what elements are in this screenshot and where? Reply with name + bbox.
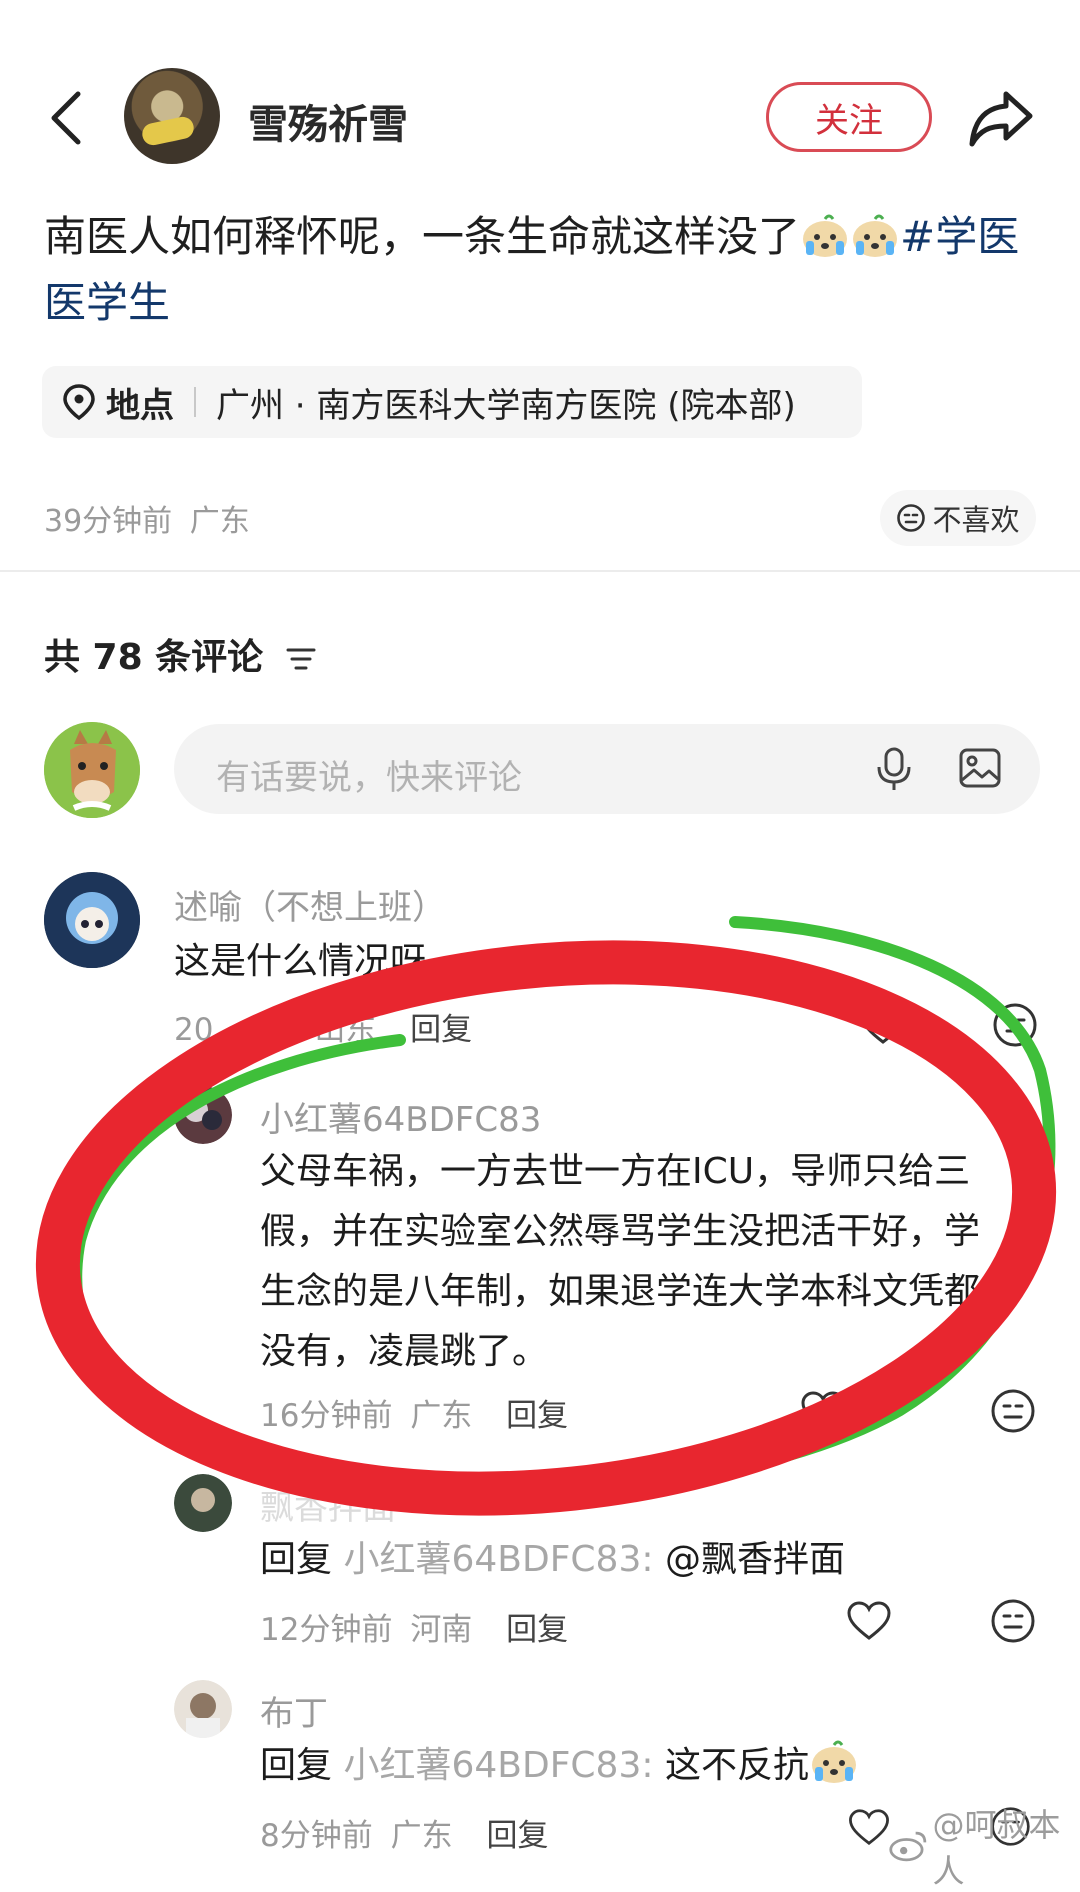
heart-icon[interactable] [800, 1390, 846, 1432]
reply-button[interactable]: 回复 [486, 1818, 548, 1854]
weibo-logo-icon [889, 1831, 927, 1862]
photo-avatar-icon [174, 1086, 232, 1144]
comment-time: 8分钟前 [260, 1818, 373, 1854]
horse-avatar-icon [44, 722, 140, 818]
neutral-face-icon [897, 504, 926, 532]
comment-region: 广东 [410, 1398, 473, 1434]
commenter-avatar[interactable] [174, 1086, 232, 1144]
neutral-face-icon[interactable] [992, 1002, 1038, 1048]
dislike-label: 不喜欢 [932, 503, 1020, 537]
post-region: 广东 [189, 504, 250, 539]
anime-avatar-icon [44, 872, 140, 968]
neutral-face-icon[interactable] [990, 1388, 1036, 1434]
mic-icon[interactable] [874, 746, 914, 792]
location-chip[interactable]: 地点 广州 · 南方医科大学南方医院 (院本部) [42, 366, 862, 438]
reply-button[interactable]: 回复 [506, 1612, 568, 1648]
reply-prefix: 回复 [260, 1539, 333, 1580]
share-icon[interactable] [968, 86, 1034, 148]
mention[interactable]: @飘香拌面 [665, 1539, 845, 1580]
comment-region: 河南 [410, 1612, 473, 1648]
commenter-avatar[interactable] [174, 1474, 232, 1532]
comment-meta: 16分钟前 广东 回复 [260, 1390, 568, 1435]
heart-icon[interactable] [846, 1600, 892, 1642]
hashtag-link[interactable]: #学医 [900, 212, 1019, 261]
image-icon[interactable] [958, 746, 1002, 790]
follow-button[interactable]: 关注 [766, 82, 932, 152]
comment-time-suffix: 前 [265, 1012, 297, 1048]
reply-to-user[interactable]: 小红薯64BDFC83: [343, 1539, 653, 1580]
like-count: 1 [858, 1392, 878, 1428]
commenter-name[interactable]: 小红薯64BDFC83 [260, 1092, 541, 1141]
comment-text: 这是什么情况呀 [174, 941, 427, 982]
location-label: 地点 [106, 385, 174, 426]
photo-avatar-icon [174, 1680, 232, 1738]
reply-button[interactable]: 回复 [506, 1398, 568, 1434]
commenter-avatar[interactable] [44, 872, 140, 968]
comment-input-placeholder: 有话要说，快来评论 [216, 758, 522, 798]
comment-region: 广东 [390, 1818, 453, 1854]
heart-icon[interactable] [846, 1808, 892, 1847]
comments-count: 共 78 条评论 [44, 628, 316, 680]
comments-count-label: 共 78 条评论 [44, 637, 264, 678]
post-content: 南医人如何释怀呢，一条生命就这样没了 #学医 医学生 [44, 204, 1044, 336]
heart-icon[interactable] [860, 1004, 906, 1046]
comment-input[interactable]: 有话要说，快来评论 [174, 724, 1040, 814]
comment-text: 回复 小红薯64BDFC83: @飘香拌面 [260, 1530, 845, 1590]
commenter-name[interactable]: 布丁 [260, 1686, 328, 1735]
comment-meta: 20 前 山东 回复 [174, 1004, 472, 1049]
comment-time: 20 [174, 1012, 214, 1048]
watermark: @呵叔本人 [888, 1800, 1080, 1892]
comment-meta: 12分钟前 河南 回复 [260, 1604, 568, 1649]
comment-body: 这不反抗 [664, 1745, 809, 1786]
post-text: 南医人如何释怀呢，一条生命就这样没了 [44, 212, 801, 261]
author-name[interactable]: 雪殇祈雪 [248, 92, 408, 150]
commenter-name[interactable]: 飘香拌面 [260, 1480, 396, 1529]
reply-to-user[interactable]: 小红薯64BDFC83: [343, 1745, 653, 1786]
commenter-name[interactable]: 述喻（不想上班） [174, 880, 446, 929]
author-avatar[interactable] [124, 68, 220, 164]
reply-prefix: 回复 [260, 1745, 333, 1786]
crying-emoji-icon [803, 214, 848, 257]
neutral-face-icon[interactable] [990, 1598, 1036, 1644]
post-time: 39分钟前 [44, 504, 173, 539]
comment-text: 回复 小红薯64BDFC83: 这不反抗 [260, 1736, 859, 1796]
crying-emoji-icon [853, 214, 898, 257]
commenter-avatar[interactable] [174, 1680, 232, 1738]
dislike-button[interactable]: 不喜欢 [880, 490, 1036, 546]
crying-emoji-icon [811, 1740, 856, 1783]
comment-region: 山东 [314, 1012, 377, 1048]
location-pin-icon [63, 384, 95, 421]
watermark-text: @呵叔本人 [932, 1806, 1061, 1890]
comment-time: 12分钟前 [260, 1612, 393, 1648]
back-icon[interactable] [44, 88, 88, 148]
section-divider [0, 570, 1080, 572]
comment-meta: 8分钟前 广东 回复 [260, 1810, 548, 1855]
post-meta: 39分钟前 广东 [44, 496, 250, 540]
hashtag-link[interactable]: 医学生 [44, 278, 170, 327]
reply-button[interactable]: 回复 [410, 1012, 472, 1048]
filter-icon[interactable] [286, 645, 316, 673]
comment-text: 父母车祸，一方去世一方在ICU，导师只给三假，并在实验室公然辱骂学生没把活干好，… [260, 1151, 981, 1372]
divider [194, 387, 196, 417]
my-avatar[interactable] [44, 722, 140, 818]
location-value: 广州 · 南方医科大学南方医院 (院本部) [216, 385, 796, 426]
photo-avatar-icon [174, 1474, 232, 1532]
comment-time: 16分钟前 [260, 1398, 393, 1434]
